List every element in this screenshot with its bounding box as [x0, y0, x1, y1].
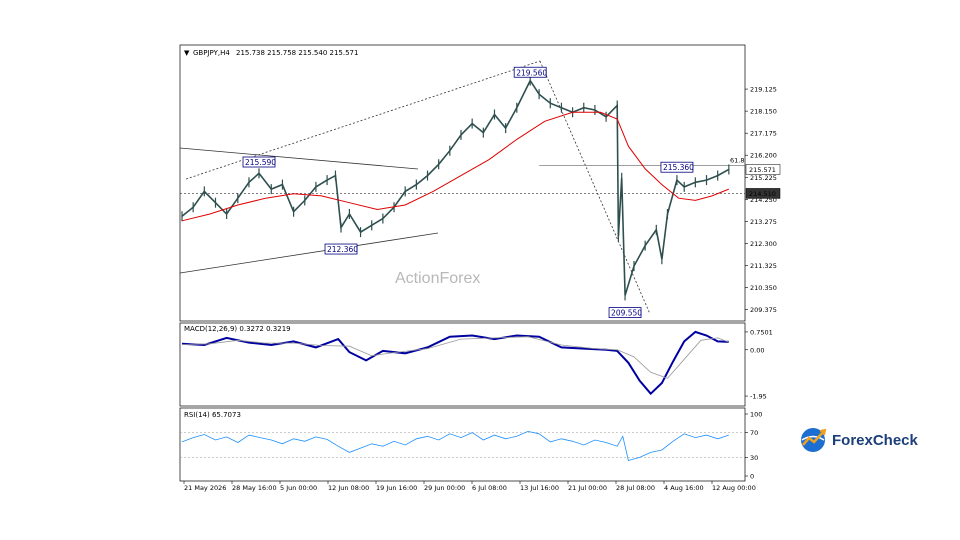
x-tick-label: 5 Jun 00:00 [280, 484, 317, 492]
rsi-title: RSI(14) 65.7073 [184, 411, 241, 419]
rsi-tick-label: 30 [750, 454, 758, 462]
macd-tick-label: 0.7501 [750, 328, 773, 336]
x-tick-label: 12 Aug 00:00 [712, 484, 756, 492]
annotation-label: 219.560 [516, 68, 547, 77]
forexcheck-logo: ForexCheck [798, 422, 938, 458]
price-tick-label: 211.325 [750, 262, 777, 270]
x-tick-label: 21 May 2026 [184, 484, 226, 492]
rsi-tick-label: 70 [750, 429, 758, 437]
price-tick-label: 219.125 [750, 86, 777, 94]
watermark: ActionForex [395, 270, 480, 287]
fib-label: 61.8 [730, 156, 744, 164]
x-tick-label: 4 Aug 16:00 [664, 484, 704, 492]
logo-text: ForexCheck [832, 431, 918, 449]
level-price-box-label: 214.510 [749, 190, 776, 198]
macd-tick-label: -1.95 [750, 393, 767, 401]
axis-layer: 219.125218.150217.175216.200215.225214.2… [183, 86, 781, 492]
triangle-lower-line [179, 232, 439, 274]
annotation-label: 215.590 [245, 158, 276, 167]
rsi-tick-label: 0 [750, 473, 754, 481]
x-tick-label: 29 Jun 00:00 [424, 484, 465, 492]
annotation-label: 209.550 [611, 309, 642, 318]
price-tick-label: 215.225 [750, 174, 777, 182]
x-tick-label: 13 Jul 16:00 [520, 484, 559, 492]
header-symbol: GBPJPY,H4 [193, 49, 230, 57]
header-arrow: ▼ [184, 49, 190, 57]
globe-icon [801, 428, 827, 452]
x-tick-label: 6 Jul 08:00 [472, 484, 507, 492]
macd-series-layer [181, 330, 729, 396]
price-tick-label: 212.300 [750, 240, 777, 248]
header-ohlc: 215.738 215.758 215.540 215.571 [236, 49, 358, 57]
x-tick-label: 21 Jul 00:00 [568, 484, 607, 492]
x-tick-label: 12 Jun 08:00 [328, 484, 369, 492]
forex-chart: ▼ GBPJPY,H4 215.738 215.758 215.540 215.… [179, 44, 781, 492]
price-tick-label: 213.275 [750, 218, 777, 226]
x-tick-label: 28 May 16:00 [232, 484, 277, 492]
price-tick-label: 209.375 [750, 306, 777, 314]
price-tick-label: 210.350 [750, 284, 777, 292]
rsi-panel [179, 407, 746, 482]
signal-line [181, 336, 729, 379]
price-tick-label: 217.175 [750, 130, 777, 138]
rsi-series-layer [180, 430, 745, 461]
annotation-label: 215.360 [663, 163, 694, 172]
annotation-label: 212.360 [327, 245, 358, 254]
macd-title: MACD(12,26,9) 0.3272 0.3219 [184, 325, 291, 333]
macd-tick-label: 0.00 [750, 346, 764, 354]
current-price-box-label: 215.571 [749, 166, 776, 174]
macd-line [181, 330, 729, 396]
decline-dotted-line [539, 60, 651, 315]
price-tick-label: 216.200 [750, 152, 777, 160]
x-tick-label: 19 Jun 16:00 [376, 484, 417, 492]
price-tick-label: 218.150 [750, 108, 777, 116]
triangle-upper-line [179, 147, 419, 170]
rsi-tick-label: 100 [750, 411, 762, 419]
rsi-line [181, 430, 729, 461]
x-tick-label: 28 Jul 08:00 [616, 484, 655, 492]
price-series-line [181, 78, 730, 296]
